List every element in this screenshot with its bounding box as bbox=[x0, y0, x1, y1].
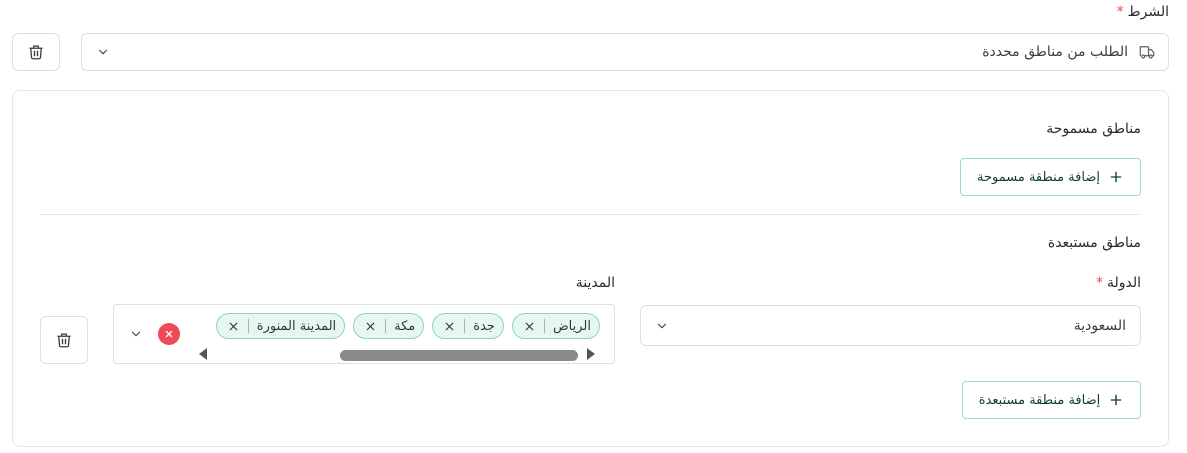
remove-tag-icon[interactable] bbox=[523, 320, 536, 333]
add-excluded-zone-label: إضافة منطقة مستبعدة bbox=[978, 392, 1101, 408]
condition-selected-value: الطلب من مناطق محددة bbox=[982, 44, 1128, 60]
city-tag-label: المدينة المنورة bbox=[256, 318, 337, 334]
city-tag: الرياض bbox=[511, 313, 600, 339]
plus-icon bbox=[1108, 169, 1124, 185]
close-icon bbox=[165, 330, 173, 338]
trash-icon bbox=[29, 45, 43, 60]
delete-excluded-zone-button[interactable] bbox=[40, 316, 88, 364]
city-tag: مكة bbox=[353, 313, 425, 339]
trash-icon bbox=[57, 333, 71, 348]
remove-tag-icon[interactable] bbox=[364, 320, 377, 333]
required-mark: * bbox=[1116, 4, 1124, 20]
tag-separator bbox=[464, 319, 466, 333]
scroll-right-arrow-icon[interactable] bbox=[586, 348, 596, 360]
city-tags-viewport: الرياض جدة مكة المدينة المنورة bbox=[192, 313, 600, 341]
country-select[interactable]: السعودية bbox=[640, 305, 1141, 346]
scrollbar-thumb[interactable] bbox=[340, 350, 578, 361]
city-tag: جدة bbox=[432, 313, 504, 339]
city-multiselect[interactable]: الرياض جدة مكة المدينة المنورة bbox=[113, 304, 615, 364]
city-tag: المدينة المنورة bbox=[215, 313, 346, 339]
section-divider bbox=[40, 214, 1141, 215]
truck-icon bbox=[1138, 43, 1156, 61]
chevron-down-icon bbox=[655, 319, 669, 333]
city-tag-label: مكة bbox=[394, 318, 416, 334]
delete-condition-button[interactable] bbox=[12, 33, 60, 71]
remove-tag-icon[interactable] bbox=[227, 320, 240, 333]
excluded-zones-title: مناطق مستبعدة bbox=[1047, 235, 1141, 251]
allowed-zones-title: مناطق مسموحة bbox=[1046, 121, 1141, 137]
condition-label: الشرط* bbox=[1117, 4, 1169, 20]
clear-cities-button[interactable] bbox=[158, 323, 180, 345]
tags-scrollbar[interactable] bbox=[198, 347, 596, 361]
condition-label-text: الشرط bbox=[1127, 4, 1169, 20]
tag-separator bbox=[385, 319, 387, 333]
city-label: المدينة bbox=[575, 275, 615, 291]
plus-icon bbox=[1108, 392, 1124, 408]
add-allowed-zone-label: إضافة منطقة مسموحة bbox=[977, 169, 1100, 185]
tag-separator bbox=[247, 319, 249, 333]
tag-separator bbox=[543, 319, 545, 333]
chevron-down-icon[interactable] bbox=[129, 327, 143, 341]
required-mark: * bbox=[1095, 275, 1103, 291]
city-tag-label: الرياض bbox=[552, 318, 591, 334]
country-label: الدولة* bbox=[1096, 275, 1141, 291]
country-selected-value: السعودية bbox=[1073, 317, 1126, 334]
city-tag-label: جدة bbox=[473, 318, 495, 334]
add-allowed-zone-button[interactable]: إضافة منطقة مسموحة bbox=[960, 158, 1141, 196]
condition-select[interactable]: الطلب من مناطق محددة bbox=[81, 33, 1169, 71]
scroll-left-arrow-icon[interactable] bbox=[198, 348, 208, 360]
city-tags-row: الرياض جدة مكة المدينة المنورة bbox=[215, 313, 600, 339]
chevron-down-icon bbox=[96, 45, 110, 59]
add-excluded-zone-button[interactable]: إضافة منطقة مستبعدة bbox=[962, 381, 1141, 419]
remove-tag-icon[interactable] bbox=[443, 320, 456, 333]
country-label-text: الدولة bbox=[1106, 275, 1141, 291]
